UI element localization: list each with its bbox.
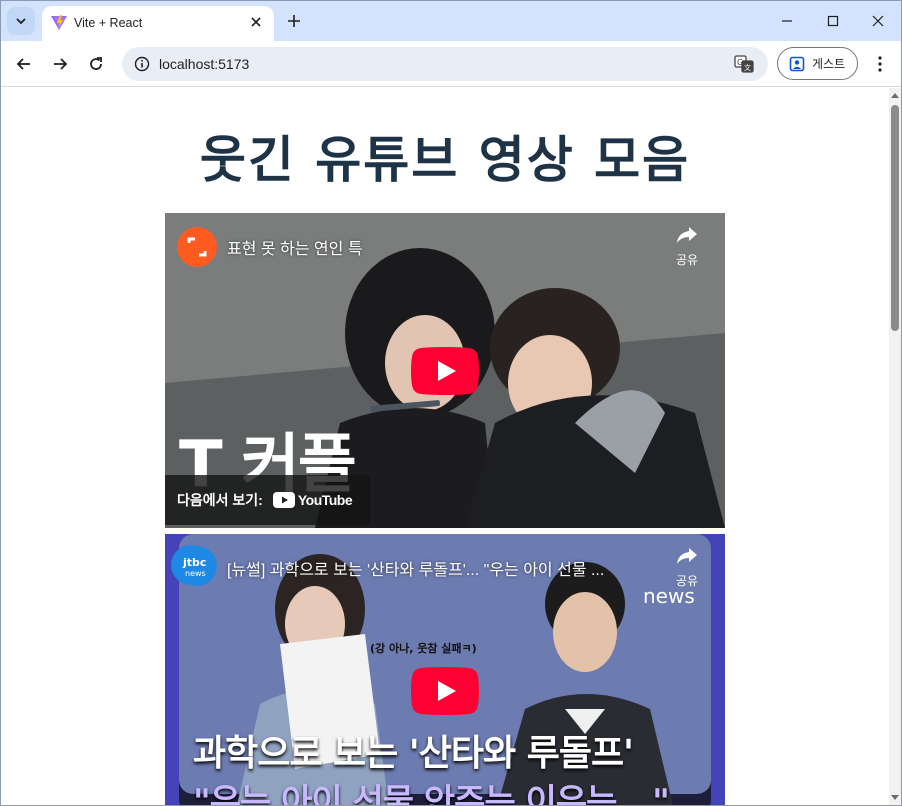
channel-avatar-1[interactable] (177, 227, 217, 267)
share-icon (677, 227, 697, 243)
share-label: 공유 (675, 574, 699, 588)
youtube-wordmark: YouTube (297, 492, 353, 508)
tab-search-button[interactable] (7, 7, 35, 35)
close-icon (251, 17, 261, 27)
tab-title: Vite + React (74, 16, 143, 30)
close-window-button[interactable] (866, 9, 890, 33)
play-button-icon[interactable] (411, 667, 479, 715)
video-embed-1[interactable]: T 커플 표현 못 하는 연인 특 공유 다음에서 보기: YouTube (165, 213, 725, 528)
svg-text:G: G (737, 58, 743, 67)
scroll-up-icon[interactable] (891, 92, 899, 98)
minimize-icon (782, 20, 792, 22)
plus-icon (288, 15, 300, 27)
watch-on-label: 다음에서 보기: (177, 492, 263, 508)
video-embed-2[interactable]: (강 아나, 웃참 실패ㅋ) 과학으로 보는 '산타와 루돌프' "우는 아이 … (165, 534, 725, 805)
vite-logo-icon (51, 15, 67, 30)
active-tab[interactable]: Vite + React (42, 6, 274, 41)
site-info-button[interactable] (132, 54, 152, 74)
scroll-down-icon[interactable] (891, 795, 899, 801)
reload-icon (90, 57, 102, 70)
youtube-play-icon (272, 492, 295, 508)
arrow-left-icon (16, 58, 30, 70)
share-icon (677, 548, 697, 564)
page-scrollbar[interactable] (889, 88, 901, 805)
thumbnail-caption: 과학으로 보는 '산타와 루돌프' (193, 733, 634, 774)
close-icon (872, 15, 884, 27)
share-button-2[interactable]: 공유 (667, 546, 707, 589)
reload-button[interactable] (82, 50, 110, 78)
profile-label: 게스트 (812, 57, 846, 71)
svg-text:news: news (185, 569, 206, 578)
page-viewport: 웃긴 유튜브 영상 모음 T 커플 표현 못 하는 연인 특 공유 다음에서 보… (1, 88, 889, 805)
browser-toolbar: localhost:5173 G 文 게스트 (1, 41, 901, 87)
info-icon (134, 56, 150, 72)
thumbnail-caption-2: "우는 아이 선물 안주는 이유는..." (193, 782, 670, 805)
more-vert-icon (878, 56, 882, 72)
tab-strip: Vite + React (1, 1, 901, 41)
minimize-button[interactable] (775, 9, 799, 33)
arrow-right-icon (54, 58, 68, 70)
maximize-icon (827, 15, 839, 27)
tab-close-button[interactable] (246, 12, 266, 32)
youtube-logo: YouTube (272, 492, 353, 508)
page-title: 웃긴 유튜브 영상 모음 (199, 131, 691, 189)
share-button-1[interactable]: 공유 (667, 225, 707, 268)
chevron-down-icon (16, 18, 26, 25)
watch-on-youtube[interactable]: 다음에서 보기: YouTube (165, 475, 370, 525)
video-title-2[interactable]: [뉴썰] 과학으로 보는 '산타와 루돌프'... "우는 아이 선물 ... (227, 556, 604, 580)
url-text: localhost:5173 (159, 56, 250, 72)
svg-text:文: 文 (744, 63, 751, 72)
translate-icon[interactable]: G 文 (734, 54, 754, 74)
new-tab-button[interactable] (283, 10, 305, 32)
address-bar[interactable]: localhost:5173 G 文 (122, 47, 768, 81)
thumbnail-subtitle: (강 아나, 웃참 실패ㅋ) (370, 642, 477, 655)
channel-avatar-2[interactable]: jtbc news (177, 546, 217, 586)
forward-button[interactable] (46, 50, 74, 78)
play-button-icon[interactable] (411, 347, 479, 395)
browser-menu-button[interactable] (867, 51, 893, 77)
back-button[interactable] (10, 50, 38, 78)
share-label: 공유 (675, 253, 699, 267)
scrollbar-thumb[interactable] (891, 105, 899, 331)
svg-text:jtbc: jtbc (182, 556, 206, 569)
browser-window: Vite + React localhost:5173 G 文 게스트 웃긴 유… (0, 0, 902, 806)
video-title-1[interactable]: 표현 못 하는 연인 특 (227, 235, 363, 259)
maximize-button[interactable] (821, 9, 845, 33)
profile-button[interactable]: 게스트 (777, 47, 858, 80)
guest-profile-icon (789, 56, 805, 71)
